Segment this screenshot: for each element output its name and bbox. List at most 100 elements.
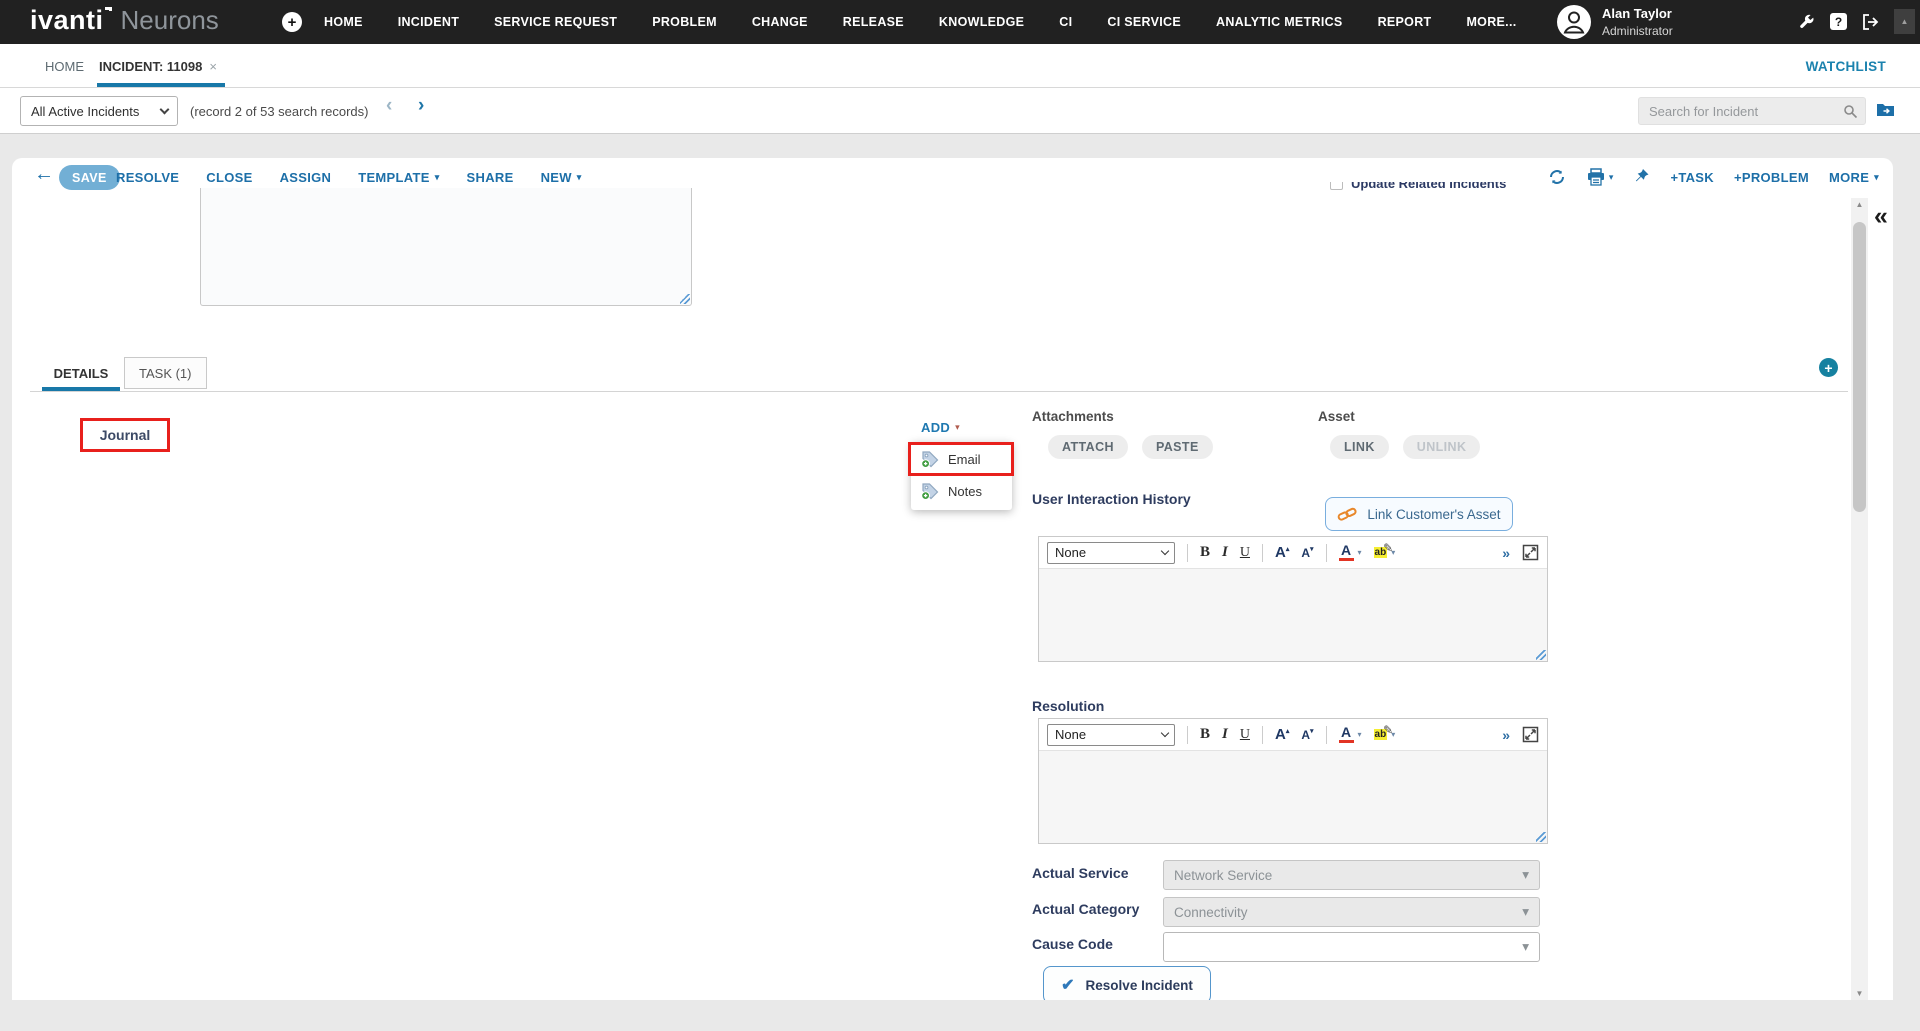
paste-button[interactable]: PASTE bbox=[1142, 435, 1213, 459]
share-button[interactable]: SHARE bbox=[467, 170, 514, 185]
add-tab-icon[interactable]: + bbox=[1819, 358, 1838, 377]
collapse-panel-icon[interactable]: « bbox=[1874, 204, 1888, 229]
nav-incident[interactable]: INCIDENT bbox=[398, 15, 459, 29]
search-input[interactable] bbox=[1639, 104, 1843, 119]
nav-problem[interactable]: PROBLEM bbox=[652, 15, 717, 29]
assign-button[interactable]: ASSIGN bbox=[280, 170, 332, 185]
tab-details[interactable]: DETAILS bbox=[42, 356, 120, 391]
help-icon[interactable]: ? bbox=[1830, 13, 1847, 30]
nav-knowledge[interactable]: KNOWLEDGE bbox=[939, 15, 1024, 29]
menu-item-notes[interactable]: Notes bbox=[911, 475, 1012, 507]
add-task-button[interactable]: +TASK bbox=[1670, 170, 1714, 185]
window-scroll-up[interactable]: ▲ bbox=[1894, 9, 1915, 34]
logo-ivanti: ivanti bbox=[30, 5, 104, 36]
prev-record-button[interactable]: ‹ bbox=[386, 95, 392, 117]
expand-editor-icon[interactable] bbox=[1522, 544, 1539, 561]
link-customers-asset-button[interactable]: Link Customer's Asset bbox=[1325, 497, 1513, 531]
avatar bbox=[1556, 4, 1592, 40]
template-dropdown[interactable]: TEMPLATE ▾ bbox=[358, 170, 439, 185]
decrease-font-button[interactable]: A▾ bbox=[1301, 728, 1313, 742]
description-textarea[interactable] bbox=[200, 188, 692, 306]
resize-handle[interactable] bbox=[1536, 650, 1546, 660]
interaction-history-textarea[interactable] bbox=[1039, 569, 1547, 661]
add-problem-button[interactable]: +PROBLEM bbox=[1734, 170, 1809, 185]
journal-link-highlighted[interactable]: Journal bbox=[80, 418, 170, 452]
search-icon[interactable] bbox=[1843, 104, 1858, 119]
journal-add-dropdown[interactable]: ADD ▾ bbox=[921, 420, 960, 435]
nav-home[interactable]: HOME bbox=[324, 15, 363, 29]
watchlist-link[interactable]: WATCHLIST bbox=[1806, 44, 1886, 88]
tab-home[interactable]: HOME bbox=[45, 44, 84, 88]
menu-item-email[interactable]: Email bbox=[911, 443, 1012, 475]
resolution-textarea[interactable] bbox=[1039, 751, 1547, 843]
tag-icon bbox=[921, 482, 939, 500]
user-menu[interactable]: Alan Taylor Administrator bbox=[1556, 4, 1673, 40]
cause-code-label: Cause Code bbox=[1032, 936, 1113, 952]
actual-category-select[interactable]: Connectivity ▾ bbox=[1163, 897, 1540, 927]
expand-editor-icon[interactable] bbox=[1522, 726, 1539, 743]
font-style-select[interactable]: None bbox=[1047, 542, 1175, 564]
refresh-icon[interactable] bbox=[1548, 168, 1566, 186]
actual-category-label: Actual Category bbox=[1032, 901, 1139, 917]
bold-button[interactable]: B bbox=[1200, 726, 1210, 743]
nav-report[interactable]: REPORT bbox=[1378, 15, 1432, 29]
more-tools-button[interactable]: » bbox=[1502, 545, 1510, 561]
check-icon: ✔ bbox=[1061, 975, 1074, 995]
bold-button[interactable]: B bbox=[1200, 544, 1210, 561]
increase-font-button[interactable]: A▴ bbox=[1275, 544, 1289, 561]
nav-service-request[interactable]: SERVICE REQUEST bbox=[494, 15, 617, 29]
print-dropdown[interactable]: ▾ bbox=[1586, 168, 1614, 186]
chevron-down-icon bbox=[1161, 547, 1169, 555]
saved-search-folder-icon[interactable] bbox=[1876, 102, 1895, 117]
tab-incident-11098[interactable]: INCIDENT: 11098 × bbox=[99, 44, 217, 88]
nav-release[interactable]: RELEASE bbox=[843, 15, 904, 29]
attach-button[interactable]: ATTACH bbox=[1048, 435, 1128, 459]
nav-ci[interactable]: CI bbox=[1059, 15, 1072, 29]
back-button[interactable]: ← bbox=[34, 163, 54, 186]
resolution-editor: None B I U A▴ A▾ A ▾ ✎ab ▾ » bbox=[1038, 718, 1548, 844]
update-related-incidents-remnant: Update Related Incidents bbox=[1330, 182, 1506, 197]
scroll-up-arrow[interactable]: ▲ bbox=[1851, 200, 1868, 209]
scope-dropdown[interactable]: All Active Incidents bbox=[20, 96, 178, 126]
resolve-button[interactable]: RESOLVE bbox=[116, 170, 179, 185]
new-dropdown[interactable]: NEW ▾ bbox=[541, 170, 582, 185]
italic-button[interactable]: I bbox=[1222, 544, 1228, 561]
highlight-color-button[interactable]: ✎ab ▾ bbox=[1374, 729, 1396, 740]
actual-service-select[interactable]: Network Service ▾ bbox=[1163, 860, 1540, 890]
settings-wrench-icon[interactable] bbox=[1798, 13, 1815, 30]
more-dropdown[interactable]: MORE ▾ bbox=[1829, 170, 1879, 185]
more-tools-button[interactable]: » bbox=[1502, 727, 1510, 743]
highlight-color-button[interactable]: ✎ab ▾ bbox=[1374, 547, 1396, 558]
tab-close-icon[interactable]: × bbox=[209, 59, 217, 74]
italic-button[interactable]: I bbox=[1222, 726, 1228, 743]
close-button[interactable]: CLOSE bbox=[206, 170, 252, 185]
form-scrollbar[interactable]: ▲ ▼ bbox=[1851, 198, 1868, 1000]
scroll-down-arrow[interactable]: ▼ bbox=[1851, 989, 1868, 998]
nav-analytic-metrics[interactable]: ANALYTIC METRICS bbox=[1216, 15, 1343, 29]
asset-link-button[interactable]: LINK bbox=[1330, 435, 1389, 459]
pin-icon[interactable] bbox=[1633, 168, 1650, 186]
underline-button[interactable]: U bbox=[1240, 545, 1250, 561]
font-color-button[interactable]: A ▾ bbox=[1339, 544, 1362, 562]
asset-unlink-button: UNLINK bbox=[1403, 435, 1481, 459]
nav-more[interactable]: MORE... bbox=[1466, 15, 1516, 29]
font-color-button[interactable]: A ▾ bbox=[1339, 726, 1362, 744]
save-button[interactable]: SAVE bbox=[59, 165, 120, 190]
increase-font-button[interactable]: A▴ bbox=[1275, 726, 1289, 743]
cause-code-select[interactable]: ▾ bbox=[1163, 932, 1540, 962]
tab-task[interactable]: TASK (1) bbox=[124, 357, 207, 389]
underline-button[interactable]: U bbox=[1240, 727, 1250, 743]
font-style-select[interactable]: None bbox=[1047, 724, 1175, 746]
nav-change[interactable]: CHANGE bbox=[752, 15, 808, 29]
add-workspace-icon[interactable]: + bbox=[282, 12, 302, 32]
resize-handle[interactable] bbox=[680, 294, 690, 304]
update-related-checkbox[interactable] bbox=[1330, 182, 1343, 190]
resolve-incident-button[interactable]: ✔ Resolve Incident bbox=[1043, 966, 1211, 1000]
resize-handle[interactable] bbox=[1536, 832, 1546, 842]
decrease-font-button[interactable]: A▾ bbox=[1301, 546, 1313, 560]
logout-icon[interactable] bbox=[1862, 14, 1880, 30]
next-record-button[interactable]: › bbox=[418, 95, 424, 117]
ivanti-neurons-logo: ivanti Neurons bbox=[30, 5, 219, 36]
nav-ci-service[interactable]: CI SERVICE bbox=[1107, 15, 1181, 29]
scroll-thumb[interactable] bbox=[1853, 222, 1866, 512]
